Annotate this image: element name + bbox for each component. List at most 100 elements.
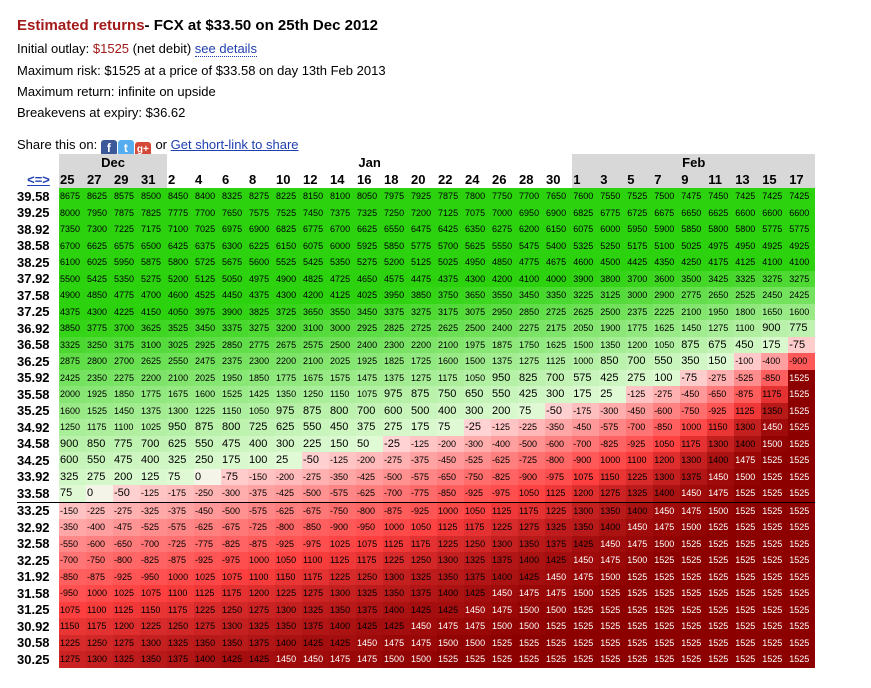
return-cell: 4375 xyxy=(248,287,276,304)
return-cell: 125 xyxy=(140,468,168,485)
return-cell: 6950 xyxy=(518,204,546,221)
return-cell: 1275 xyxy=(518,519,546,536)
return-cell: 6775 xyxy=(302,221,330,238)
return-cell: 1525 xyxy=(491,651,519,668)
return-cell: -625 xyxy=(194,519,222,536)
return-cell: 8500 xyxy=(140,188,168,205)
return-cell: 6150 xyxy=(275,237,303,254)
return-cell: 7525 xyxy=(626,188,654,205)
price-row: 36.58 3325 3250 3175 3100 3025 2925 2850 2775 267… xyxy=(17,336,816,353)
return-cell: 550 xyxy=(302,419,330,436)
price-label: 34.58 xyxy=(17,436,50,452)
day-header: 11 xyxy=(707,171,735,188)
return-cell: 8450 xyxy=(167,188,195,205)
return-cell: 1100 xyxy=(167,585,195,602)
return-cell: 150 xyxy=(329,435,357,452)
return-cell: 2650 xyxy=(707,287,735,304)
price-row: 39.58 8675 8625 8575 8500 8450 8400 8325 8275 822… xyxy=(17,188,816,205)
return-cell: 3275 xyxy=(788,270,816,287)
return-cell: 1525 xyxy=(653,634,681,651)
return-cell: -275 xyxy=(653,386,681,403)
return-cell: 2775 xyxy=(680,287,708,304)
return-cell: 6000 xyxy=(329,237,357,254)
return-cell: 1525 xyxy=(464,651,492,668)
return-cell: 6900 xyxy=(248,221,276,238)
return-cell: 5675 xyxy=(221,254,249,271)
return-cell: 1525 xyxy=(734,552,762,569)
return-cell: 2100 xyxy=(167,369,195,386)
return-cell: 1150 xyxy=(221,402,249,419)
return-cell: 400 xyxy=(437,402,465,419)
price-label: 39.25 xyxy=(17,205,50,221)
return-cell: 4200 xyxy=(302,287,330,304)
price-row: 30.92 1150 1175 1200 1225 1250 1275 1300 1325 135… xyxy=(17,618,816,635)
month-header: Feb xyxy=(572,154,816,171)
return-cell: 1525 xyxy=(788,502,816,519)
return-cell: 0 xyxy=(194,468,222,485)
return-cell: 1200 xyxy=(653,452,681,469)
return-cell: -625 xyxy=(275,502,303,519)
return-cell: 7375 xyxy=(329,204,357,221)
return-cell: 1125 xyxy=(383,535,411,552)
return-cell: 1525 xyxy=(680,601,708,618)
return-cell: 1250 xyxy=(302,386,330,403)
return-cell: 7650 xyxy=(221,204,249,221)
return-cell: -300 xyxy=(464,435,492,452)
day-header: 26 xyxy=(492,172,507,187)
return-cell: 1500 xyxy=(707,502,735,519)
see-details-link[interactable]: see details xyxy=(194,41,257,57)
price-row: 32.58 -550 -600 -650 -700 -725 -775 -825 -875 -92… xyxy=(17,535,816,552)
return-cell: 1525 xyxy=(707,568,735,585)
return-cell: 1275 xyxy=(194,618,222,635)
return-cell: 4900 xyxy=(275,270,303,287)
return-cell: 1525 xyxy=(545,651,573,668)
return-cell: 3125 xyxy=(599,287,627,304)
return-cell: 1525 xyxy=(788,435,816,452)
return-cell: 7750 xyxy=(491,188,519,205)
return-cell: 4125 xyxy=(734,254,762,271)
return-cell: 1050 xyxy=(410,519,438,536)
return-cell: 1050 xyxy=(653,336,681,353)
return-cell: 75 xyxy=(437,419,465,436)
price-label: 36.58 xyxy=(17,337,50,353)
return-cell: 1275 xyxy=(599,485,627,503)
return-cell: 3550 xyxy=(329,303,357,320)
return-cell: 1525 xyxy=(788,485,816,503)
return-cell: 1125 xyxy=(545,353,573,370)
return-cell: 1650 xyxy=(761,303,789,320)
price-label: 30.92 xyxy=(17,618,50,634)
return-cell: 975 xyxy=(383,386,411,403)
short-link[interactable]: Get short-link to share xyxy=(171,137,299,152)
return-cell: 950 xyxy=(167,419,195,436)
return-cell: 1525 xyxy=(761,468,789,485)
return-cell: 1250 xyxy=(167,618,195,635)
return-cell: 5850 xyxy=(680,221,708,238)
return-cell: 4450 xyxy=(221,287,249,304)
day-header: 6 xyxy=(222,172,230,187)
return-cell: 1450 xyxy=(491,585,519,602)
return-cell: 1425 xyxy=(410,601,438,618)
return-cell: 1475 xyxy=(383,634,411,651)
return-cell: -575 xyxy=(248,502,276,519)
return-cell: 1525 xyxy=(599,618,627,635)
return-cell: 425 xyxy=(518,386,546,403)
return-cell: 2500 xyxy=(599,303,627,320)
return-cell: -775 xyxy=(410,485,438,503)
return-cell: 875 xyxy=(410,386,438,403)
return-cell: 1525 xyxy=(788,419,816,436)
return-cell: 3000 xyxy=(329,320,357,337)
price-row: 30.25 1275 1300 1325 1350 1375 1400 1425 1425 145… xyxy=(17,651,816,668)
return-cell: 1325 xyxy=(410,568,438,585)
return-cell: 1100 xyxy=(248,568,276,585)
return-cell: 625 xyxy=(167,435,195,452)
date-nav-link[interactable]: <=> xyxy=(17,171,59,188)
return-cell: -500 xyxy=(221,502,249,519)
return-cell: 4175 xyxy=(707,254,735,271)
return-cell: 50 xyxy=(356,435,384,452)
return-cell: 1400 xyxy=(194,651,222,668)
return-cell: 1525 xyxy=(653,651,681,668)
return-cell: 3525 xyxy=(167,320,195,337)
return-cell: 1175 xyxy=(221,585,249,602)
return-cell: 7450 xyxy=(707,188,735,205)
return-cell: -450 xyxy=(194,502,222,519)
